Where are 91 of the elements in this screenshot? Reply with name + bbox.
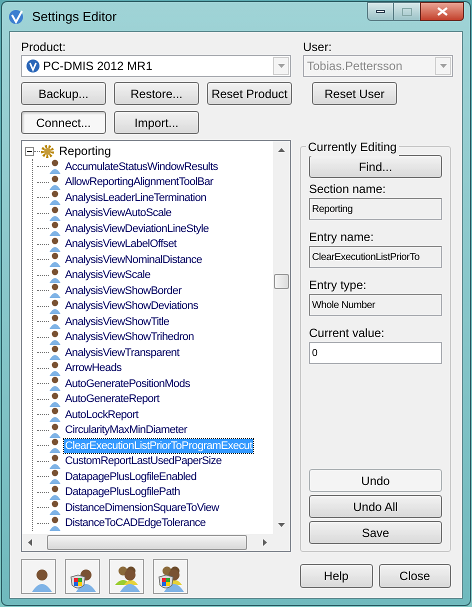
vertical-scrollbar[interactable] — [273, 141, 290, 534]
person-icon — [49, 268, 61, 283]
person-icon — [49, 422, 61, 438]
action-button[interactable]: Save — [309, 521, 442, 544]
tree-item[interactable]: ArrowHeads — [64, 361, 123, 376]
person-icon — [49, 454, 61, 469]
maximize-button[interactable] — [394, 2, 420, 21]
person-icon — [49, 407, 61, 422]
field-label: User: — [303, 39, 333, 55]
scroll-thumb[interactable] — [274, 274, 289, 289]
dropdown-value: PC-DMIS 2012 MR1 — [43, 58, 154, 75]
scroll-down-icon[interactable] — [278, 523, 285, 527]
user-group-icon[interactable] — [109, 559, 144, 594]
tree-item[interactable]: AllowReportingAlignmentToolBar — [64, 175, 214, 190]
tree-item[interactable]: CircularityMaxMinDiameter — [64, 423, 188, 438]
collapse-toggle[interactable] — [25, 146, 34, 156]
tree-item[interactable]: AutoGeneratePositionMods — [64, 376, 191, 391]
person-icon — [49, 283, 61, 298]
tree-item[interactable]: AnalysisViewTransparent — [64, 346, 180, 360]
field-label: Entry name: — [309, 229, 375, 246]
toolbar-button[interactable]: Reset User — [312, 82, 397, 105]
field-label: Section name: — [309, 181, 387, 198]
scroll-left-icon[interactable] — [28, 539, 32, 546]
toolbar-button[interactable]: Reset Product — [207, 82, 292, 105]
person-icon — [49, 392, 61, 407]
value-input[interactable]: 0 — [309, 342, 442, 364]
tree-item[interactable]: DatapagePlusLogfilePath — [64, 485, 181, 500]
tree-item[interactable]: AutoLockReport — [64, 408, 140, 422]
field-label: Product: — [21, 39, 67, 55]
tree-item[interactable]: AnalysisViewShowBorder — [64, 284, 182, 298]
tree-item[interactable]: AccumulateStatusWindowResults — [64, 160, 219, 174]
person-icon — [49, 190, 61, 206]
scroll-right-icon[interactable] — [263, 539, 267, 546]
field-label: Current value: — [309, 325, 386, 342]
person-icon — [49, 206, 61, 221]
tree-item[interactable]: CustomReportLastUsedPaperSize — [64, 454, 223, 468]
person-icon — [49, 174, 61, 190]
tree-item[interactable]: AutoGenerateReport — [64, 392, 160, 406]
admin-group-icon[interactable] — [153, 559, 188, 594]
person-icon — [49, 330, 61, 345]
person-icon — [49, 360, 61, 376]
tree-item[interactable]: AnalysisViewShowTitle — [64, 314, 170, 329]
tree-item[interactable]: DatapagePlusLogfileEnabled — [64, 470, 198, 484]
person-icon — [49, 500, 61, 516]
toolbar-button[interactable]: Import... — [114, 111, 199, 134]
person-icon — [49, 376, 61, 392]
toolbar-button[interactable]: Connect... — [21, 111, 106, 134]
tree-item[interactable]: AnalysisLeaderLineTermination — [64, 190, 208, 205]
person-icon — [49, 252, 61, 268]
field-label: Entry type: — [309, 277, 368, 294]
toolbar-button[interactable]: Backup... — [21, 82, 106, 105]
user-icon[interactable] — [21, 559, 56, 594]
tree-item[interactable]: DistanceDimensionSquareToView — [64, 500, 220, 515]
tree-node[interactable]: Reporting — [59, 142, 112, 160]
scroll-up-icon[interactable] — [278, 148, 285, 152]
find-button[interactable]: Find... — [309, 155, 442, 178]
tree-item[interactable]: AnalysisViewShowTrihedron — [64, 330, 195, 344]
close-icon — [436, 7, 448, 16]
window-title: Settings Editor — [32, 8, 117, 26]
toolbar-button[interactable]: Restore... — [114, 82, 199, 105]
person-icon — [49, 516, 61, 531]
minimize-button[interactable] — [367, 2, 394, 21]
person-icon — [49, 236, 61, 252]
dropdown-value: Tobias.Pettersson — [307, 58, 404, 75]
tree-item[interactable]: DistanceToCADEdgeTolerance — [64, 516, 207, 530]
person-icon — [49, 345, 61, 360]
readonly-field: ClearExecutionListPriorTo — [309, 246, 442, 268]
readonly-field: Whole Number — [309, 294, 442, 316]
person-icon — [49, 484, 61, 500]
person-icon — [49, 221, 61, 236]
action-button[interactable]: Undo All — [309, 495, 442, 518]
dialog-button[interactable]: Close — [378, 564, 451, 588]
person-icon — [49, 469, 61, 484]
tree-item[interactable]: AnalysisViewShowDeviations — [64, 299, 200, 314]
horizontal-scrollbar[interactable] — [22, 534, 290, 551]
product-dropdown[interactable]: PC-DMIS 2012 MR1 — [21, 55, 291, 77]
tree-item[interactable]: AnalysisViewNominalDistance — [64, 252, 203, 267]
tree-item[interactable]: AnalysisViewScale — [64, 268, 152, 282]
person-icon — [49, 159, 61, 174]
tree-item[interactable]: AnalysisViewLabelOffset — [64, 237, 178, 252]
tree-item[interactable]: AnalysisViewAutoScale — [64, 206, 172, 220]
app-icon — [8, 8, 24, 24]
scroll-thumb[interactable] — [47, 535, 247, 550]
readonly-field: Reporting — [309, 198, 442, 220]
person-icon — [49, 438, 61, 454]
tree-item[interactable]: AnalysisViewDeviationLineStyle — [64, 222, 210, 236]
admin-user-icon[interactable] — [65, 559, 100, 594]
person-icon — [49, 314, 61, 330]
person-icon — [49, 298, 61, 314]
dialog-button[interactable]: Help — [300, 564, 372, 588]
close-button[interactable] — [420, 2, 464, 21]
